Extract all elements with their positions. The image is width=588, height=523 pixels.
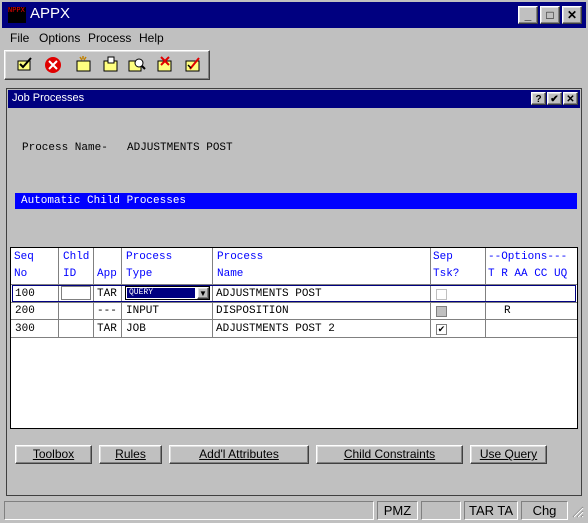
delete-icon[interactable] (155, 56, 175, 76)
row-seq[interactable]: 200 (15, 305, 35, 317)
process-name-value: ADJUSTMENTS POST (127, 142, 233, 154)
menu-options[interactable]: Options (39, 31, 80, 45)
status-app: TAR TA (464, 501, 518, 520)
open-icon[interactable] (101, 56, 121, 76)
row-seq[interactable]: 100 (15, 288, 35, 300)
title-bar: NPPX APPX _ □ ✕ (2, 2, 586, 28)
confirm-icon[interactable] (15, 56, 35, 76)
maximize-icon[interactable]: □ (540, 6, 560, 24)
row-app[interactable]: TAR (97, 288, 117, 300)
section-header: Automatic Child Processes (15, 193, 577, 209)
header-process-type-2: Type (126, 268, 153, 280)
row-app[interactable]: --- (97, 305, 117, 317)
header-tsk: Tsk? (433, 268, 460, 280)
grid-line (11, 337, 577, 338)
row-seq[interactable]: 300 (15, 323, 35, 335)
row-type[interactable]: INPUT (126, 305, 159, 317)
header-sep: Sep (433, 251, 453, 263)
menu-file[interactable]: File (10, 31, 29, 45)
row-options[interactable]: R (504, 305, 511, 317)
process-name-label: Process Name- (22, 142, 108, 154)
toolbox-button[interactable]: Toolbox (15, 445, 92, 464)
row-name[interactable]: ADJUSTMENTS POST 2 (216, 323, 335, 335)
header-app: App (97, 268, 117, 280)
header-process-name-1: Process (217, 251, 264, 263)
status-user: PMZ (377, 501, 418, 520)
sep-task-checkbox[interactable]: ✔ (436, 324, 447, 335)
close-icon[interactable]: ✕ (563, 92, 578, 105)
inquire-icon[interactable] (127, 56, 147, 76)
chld-id-input[interactable] (61, 286, 91, 300)
grid-line (11, 302, 577, 303)
header-options: --Options--- (488, 251, 568, 263)
child-process-table: Seq No Chld ID App Process Type Process … (10, 247, 578, 429)
process-type-select[interactable]: QUERY ▼ (125, 286, 210, 300)
header-id: ID (63, 268, 77, 280)
minimize-icon[interactable]: _ (518, 6, 538, 24)
menu-bar: File Options Process Help (2, 28, 586, 48)
header-process-name-2: Name (217, 268, 244, 280)
change-icon[interactable] (183, 56, 203, 76)
new-icon[interactable] (73, 56, 93, 76)
addl-attributes-button[interactable]: Add'l Attributes (169, 445, 309, 464)
job-processes-window: Job Processes ? ✔ ✕ Process Name- ADJUST… (6, 88, 582, 496)
sep-task-checkbox[interactable] (436, 306, 447, 317)
status-blank (421, 501, 461, 520)
resize-grip-icon[interactable] (570, 504, 584, 518)
check-icon[interactable]: ✔ (547, 92, 562, 105)
select-value: QUERY (129, 288, 154, 297)
row-name[interactable]: DISPOSITION (216, 305, 289, 317)
status-message (4, 501, 374, 520)
use-query-button[interactable]: Use Query (470, 445, 547, 464)
app-icon[interactable]: NPPX (8, 7, 26, 23)
window-title: APPX (30, 5, 71, 22)
cancel-icon[interactable] (43, 56, 63, 76)
chevron-down-icon[interactable]: ▼ (197, 287, 209, 299)
row-name[interactable]: ADJUSTMENTS POST (216, 288, 322, 300)
header-process-type-1: Process (126, 251, 173, 263)
status-mode: Chg (521, 501, 568, 520)
child-window-title: Job Processes (12, 92, 85, 104)
rules-button[interactable]: Rules (99, 445, 162, 464)
menu-process[interactable]: Process (88, 31, 131, 45)
menu-help[interactable]: Help (139, 31, 164, 45)
toolbar (4, 50, 210, 80)
header-seq: Seq (14, 251, 34, 263)
header-no: No (14, 268, 28, 280)
status-bar: PMZ TAR TA Chg (2, 500, 586, 521)
sep-task-checkbox[interactable] (436, 289, 447, 300)
child-constraints-button[interactable]: Child Constraints (316, 445, 463, 464)
row-app[interactable]: TAR (97, 323, 117, 335)
section-title: Automatic Child Processes (21, 195, 187, 207)
row-type[interactable]: JOB (126, 323, 146, 335)
child-title-bar: Job Processes ? ✔ ✕ (8, 90, 580, 108)
grid-line (11, 319, 577, 320)
help-icon[interactable]: ? (531, 92, 546, 105)
header-options-cols: T R AA CC UQ (488, 268, 568, 280)
header-chld: Chld (63, 251, 90, 263)
close-icon[interactable]: ✕ (562, 6, 582, 24)
